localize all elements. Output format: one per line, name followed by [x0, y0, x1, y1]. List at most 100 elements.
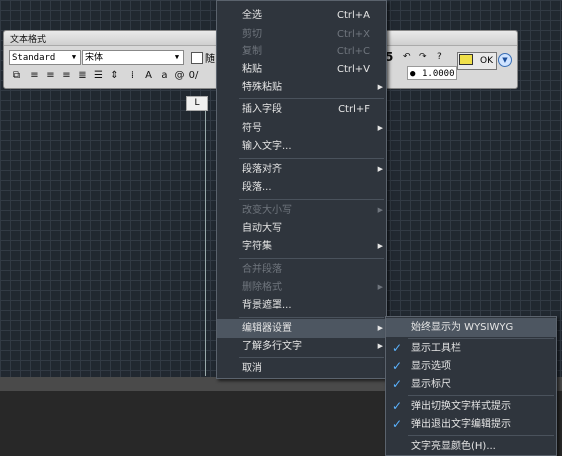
- redo-icon[interactable]: ↷: [419, 52, 427, 62]
- menu-label: 显示选项: [411, 361, 451, 372]
- menu-label: 合并段落: [242, 264, 282, 275]
- chevron-right-icon: ▶: [377, 342, 383, 350]
- undo-icon[interactable]: ↶: [403, 52, 411, 62]
- menu-label: 背景遮罩...: [242, 300, 292, 311]
- menu-label: 输入文字...: [242, 141, 292, 152]
- font-select[interactable]: 宋体 ▼: [82, 50, 184, 65]
- tracking-icon: ●: [410, 69, 416, 79]
- ruler-tab[interactable]: L: [186, 96, 208, 111]
- menu-separator: [239, 317, 384, 318]
- submenu-item-show-toolbar[interactable]: ✓ 显示工具栏: [386, 339, 556, 358]
- toolbar-title: 文本格式: [10, 35, 47, 45]
- annotative-checkbox[interactable]: [191, 52, 203, 64]
- text-style-select[interactable]: Standard ▼: [9, 50, 81, 65]
- menu-label: 编辑器设置: [242, 323, 292, 334]
- menu-label: 弹出退出文字编辑提示: [411, 419, 511, 430]
- menu-label: 显示标尺: [411, 379, 451, 390]
- menu-label: 自动大写: [242, 223, 282, 234]
- menu-item-cancel[interactable]: 取消: [217, 359, 386, 378]
- menu-label: 删除格式: [242, 282, 282, 293]
- chevron-right-icon: ▶: [377, 165, 383, 173]
- menu-item-paste[interactable]: 粘贴 Ctrl+V: [217, 60, 386, 79]
- menu-label: 复制: [242, 46, 262, 57]
- lowercase-icon[interactable]: a: [158, 69, 171, 83]
- menu-label: 了解多行文字: [242, 341, 302, 352]
- align-left-icon[interactable]: ≡: [28, 69, 41, 83]
- justify-icon[interactable]: ≣: [76, 69, 89, 83]
- align-right-icon[interactable]: ≡: [60, 69, 73, 83]
- annotative-label: 随: [205, 54, 215, 65]
- menu-label: 符号: [242, 123, 262, 134]
- symbol-icon[interactable]: @: [173, 69, 186, 83]
- menu-item-charset[interactable]: 字符集 ▶: [217, 237, 386, 256]
- menu-item-paragraph[interactable]: 段落...: [217, 178, 386, 197]
- menu-shortcut: Ctrl+V: [336, 64, 370, 75]
- stack-icon[interactable]: ⧉: [10, 69, 23, 83]
- menu-item-symbol[interactable]: 符号 ▶: [217, 119, 386, 138]
- checkmark-icon: ✓: [392, 399, 403, 413]
- ok-label: OK: [480, 56, 493, 66]
- submenu-item-highlight-color[interactable]: 文字亮显颜色(H)...: [386, 437, 556, 456]
- menu-item-change-case[interactable]: 改变大小写 ▶: [217, 201, 386, 220]
- context-menu: 全选 Ctrl+A 剪切 Ctrl+X 复制 Ctrl+C 粘贴 Ctrl+V 特殊粘贴…: [216, 0, 387, 379]
- submenu-item-style-tip[interactable]: ✓ 弹出切换文字样式提示: [386, 397, 556, 416]
- menu-item-autocaps[interactable]: 自动大写: [217, 219, 386, 238]
- highlight-color-icon[interactable]: [459, 54, 473, 65]
- font-value: 宋体: [85, 53, 104, 63]
- oblique-icon[interactable]: 0/: [187, 69, 200, 83]
- menu-separator: [239, 98, 384, 99]
- help-icon[interactable]: ?: [437, 52, 442, 62]
- chevron-right-icon: ▶: [377, 283, 383, 291]
- chevron-right-icon: ▶: [377, 83, 383, 91]
- chevron-right-icon: ▶: [377, 206, 383, 214]
- menu-separator: [408, 395, 554, 396]
- checkmark-icon: ✓: [392, 417, 403, 431]
- menu-item-editor-settings[interactable]: 编辑器设置 ▶: [217, 319, 386, 338]
- menu-shortcut: Ctrl+F: [338, 104, 370, 115]
- menu-label: 弹出切换文字样式提示: [411, 401, 511, 412]
- text-style-value: Standard: [12, 53, 56, 63]
- submenu-item-wysiwyg[interactable]: 始终显示为 WYSIWYG: [386, 318, 556, 337]
- menu-label: 始终显示为 WYSIWYG: [411, 322, 514, 333]
- menu-separator: [239, 258, 384, 259]
- checkmark-icon: ✓: [392, 359, 403, 373]
- menu-separator: [239, 158, 384, 159]
- menu-label: 粘贴: [242, 64, 262, 75]
- distribute-icon[interactable]: ☰: [92, 69, 105, 83]
- menu-label: 改变大小写: [242, 205, 292, 216]
- chevron-down-icon: ▼: [174, 53, 180, 61]
- menu-item-copy[interactable]: 复制 Ctrl+C: [217, 42, 386, 61]
- menu-item-select-all[interactable]: 全选 Ctrl+A: [217, 6, 386, 25]
- menu-label: 插入字段: [242, 104, 282, 115]
- uppercase-icon[interactable]: A: [142, 69, 155, 83]
- chevron-right-icon: ▶: [377, 124, 383, 132]
- menu-item-remove-format[interactable]: 删除格式 ▶: [217, 278, 386, 297]
- menu-item-insert-field[interactable]: 插入字段 Ctrl+F: [217, 100, 386, 119]
- menu-item-import-text[interactable]: 输入文字...: [217, 137, 386, 156]
- tracking-value: 1.0000: [422, 69, 455, 79]
- options-icon[interactable]: ▼: [498, 53, 512, 67]
- checkmark-icon: ✓: [392, 341, 403, 355]
- menu-item-combine-paragraphs[interactable]: 合并段落: [217, 260, 386, 279]
- editor-settings-submenu: 始终显示为 WYSIWYG ✓ 显示工具栏 ✓ 显示选项 ✓ 显示标尺 ✓ 弹出切换文字…: [385, 316, 557, 456]
- menu-separator: [408, 435, 554, 436]
- submenu-item-show-options[interactable]: ✓ 显示选项: [386, 357, 556, 376]
- line-spacing-icon[interactable]: ⇕: [108, 69, 121, 83]
- numbering-icon[interactable]: ⁞: [126, 69, 139, 83]
- chevron-right-icon: ▶: [377, 242, 383, 250]
- menu-item-background-mask[interactable]: 背景遮罩...: [217, 296, 386, 315]
- menu-item-paste-special[interactable]: 特殊粘贴 ▶: [217, 78, 386, 97]
- menu-label: 显示工具栏: [411, 343, 461, 354]
- menu-item-paragraph-align[interactable]: 段落对齐 ▶: [217, 160, 386, 179]
- menu-shortcut: Ctrl+A: [336, 10, 370, 21]
- text-frame: [205, 111, 209, 376]
- menu-label: 特殊粘贴: [242, 82, 282, 93]
- tracking-field[interactable]: ● 1.0000: [407, 66, 457, 80]
- submenu-item-exit-tip[interactable]: ✓ 弹出退出文字编辑提示: [386, 415, 556, 434]
- menu-shortcut: Ctrl+C: [336, 46, 370, 57]
- menu-label: 段落...: [242, 182, 272, 193]
- submenu-item-show-ruler[interactable]: ✓ 显示标尺: [386, 375, 556, 394]
- menu-label: 文字亮显颜色(H)...: [411, 441, 496, 452]
- menu-item-learn-mtext[interactable]: 了解多行文字 ▶: [217, 337, 386, 356]
- align-center-icon[interactable]: ≡: [44, 69, 57, 83]
